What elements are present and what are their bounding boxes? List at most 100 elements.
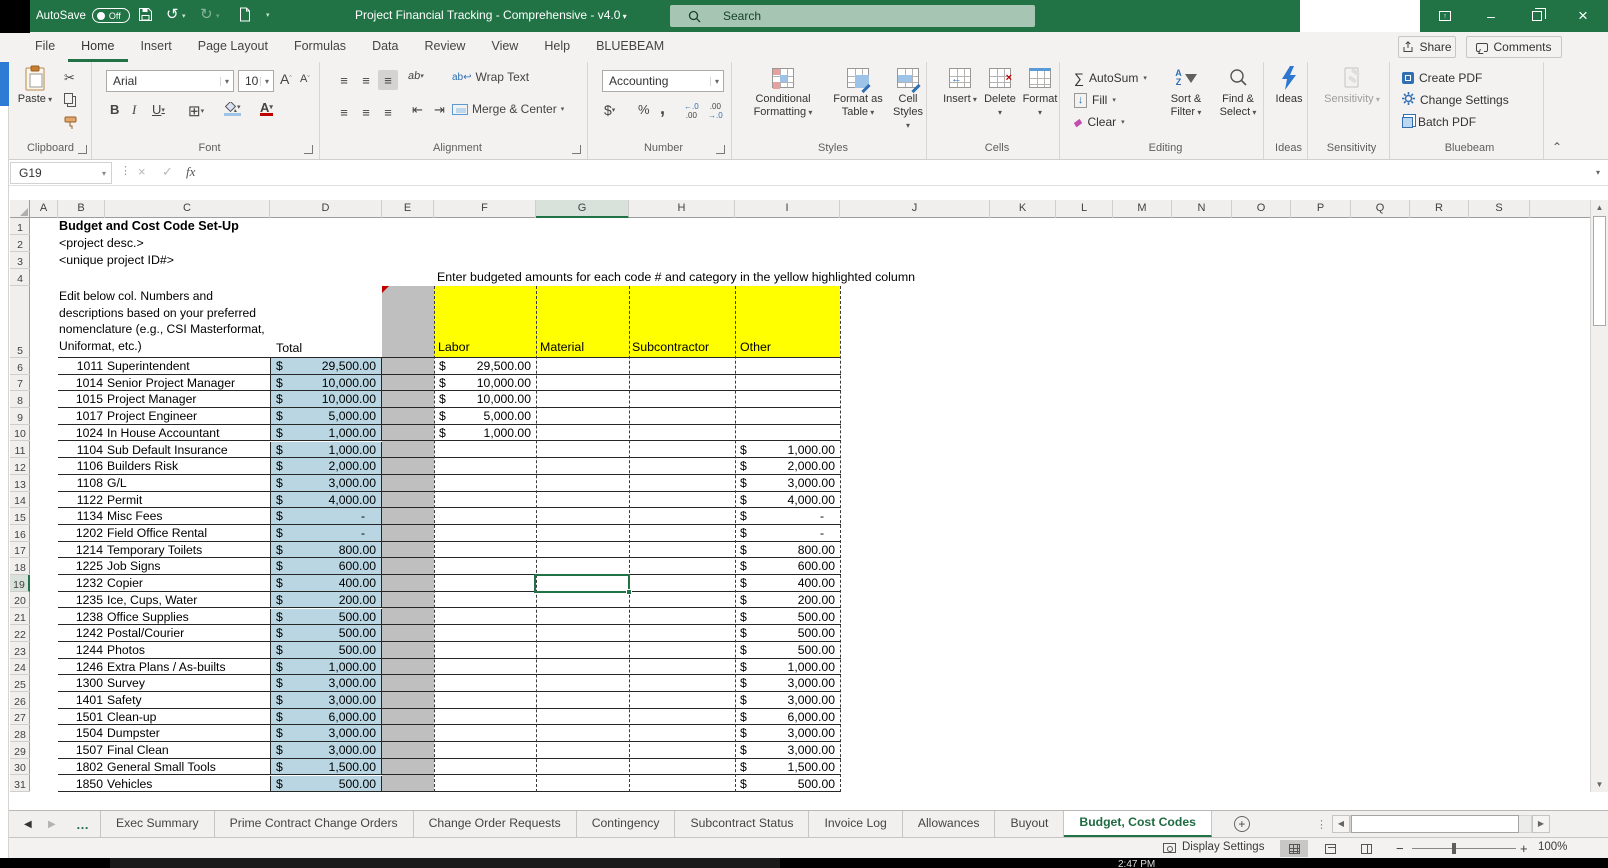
horizontal-scroll-thumb[interactable] (1351, 815, 1519, 833)
clear-button[interactable]: ◆ Clear (1072, 112, 1125, 132)
row-header-4[interactable]: 4 (10, 269, 30, 286)
column-header-S[interactable]: S (1469, 200, 1530, 218)
zoom-level[interactable]: 100% (1538, 841, 1567, 853)
cell-cost-code[interactable]: 1024 (58, 425, 103, 441)
sheet-tab-allowances[interactable]: Allowances (903, 811, 996, 837)
tab-review[interactable]: Review (411, 32, 478, 62)
sheet-tab-buyout[interactable]: Buyout (995, 811, 1065, 837)
cell-cost-code[interactable]: 1401 (58, 692, 103, 708)
column-header-Q[interactable]: Q (1351, 200, 1410, 218)
row-header-5[interactable]: 5 (10, 286, 30, 358)
create-pdf-button[interactable]: Create PDF (1402, 68, 1482, 88)
cell-other[interactable]: $3,000.00 (735, 742, 840, 758)
tab-help[interactable]: Help (531, 32, 583, 62)
minimize-button[interactable]: – (1468, 0, 1514, 32)
cell-other[interactable]: $400.00 (735, 575, 840, 591)
page-layout-view-button[interactable] (1316, 840, 1344, 857)
cell-total[interactable]: $1,000.00 (270, 424, 382, 441)
column-header-M[interactable]: M (1113, 200, 1172, 218)
row-header-10[interactable]: 10 (10, 425, 30, 442)
cell-cost-code[interactable]: 1802 (58, 759, 103, 775)
cell-cost-code[interactable]: 1504 (58, 725, 103, 741)
column-header-F[interactable]: F (434, 200, 536, 218)
column-header-P[interactable]: P (1291, 200, 1351, 218)
cell-total[interactable]: $3,000.00 (270, 692, 382, 708)
cell-description[interactable]: In House Accountant (107, 425, 219, 441)
restore-button[interactable] (1514, 0, 1560, 32)
format-painter-icon[interactable] (64, 116, 78, 133)
tab-insert[interactable]: Insert (128, 32, 185, 62)
underline-button[interactable]: U (152, 102, 165, 117)
cell-other[interactable]: $1,000.00 (735, 659, 840, 675)
cell-description[interactable]: Project Engineer (107, 408, 197, 424)
cell-labor[interactable]: $29,500.00 (434, 358, 536, 374)
cell-cost-code[interactable]: 1501 (58, 709, 103, 725)
header-total[interactable]: Total (276, 340, 302, 357)
cell-total[interactable]: $10,000.00 (270, 391, 382, 408)
cell-edit-note[interactable]: Edit below col. Numbers and descriptions… (59, 288, 279, 354)
cell-description[interactable]: General Small Tools (107, 759, 216, 775)
cell-description[interactable]: Field Office Rental (107, 525, 207, 541)
italic-button[interactable]: I (132, 102, 136, 118)
clipboard-dialog-launcher[interactable] (78, 145, 87, 154)
alignment-dialog-launcher[interactable] (572, 145, 581, 154)
tab-file[interactable]: File (22, 32, 68, 62)
header-other[interactable]: Other (740, 340, 771, 354)
sheet-tab-prime-contract-change-orders[interactable]: Prime Contract Change Orders (215, 811, 414, 837)
cell-cost-code[interactable]: 1015 (58, 391, 103, 407)
scroll-up-icon[interactable]: ▲ (1591, 203, 1608, 212)
column-header-I[interactable]: I (735, 200, 840, 218)
row-header-18[interactable]: 18 (10, 558, 30, 576)
row-header-3[interactable]: 3 (10, 252, 30, 269)
cell-total[interactable]: $500.00 (270, 625, 382, 641)
cell-cost-code[interactable]: 1214 (58, 542, 103, 558)
align-left-button[interactable]: ≡ (334, 102, 354, 122)
wrap-text-button[interactable]: ab↩ Wrap Text (452, 70, 529, 84)
center-button[interactable]: ≡ (356, 102, 376, 122)
cell-cost-code[interactable]: 1242 (58, 625, 103, 641)
search-input[interactable]: Search (670, 5, 1035, 27)
cell-description[interactable]: Senior Project Manager (107, 375, 235, 391)
cell-description[interactable]: Job Signs (107, 558, 161, 574)
decrease-decimal-button[interactable]: .00 →.0 (708, 102, 723, 120)
borders-button[interactable]: ⊞ (188, 102, 204, 120)
header-subcontractor[interactable]: Subcontractor (632, 340, 709, 354)
format-cells-button[interactable]: Format (1021, 64, 1059, 119)
fill-color-button[interactable] (224, 102, 241, 116)
cell-other[interactable]: $3,000.00 (735, 675, 840, 691)
cell-cost-code[interactable]: 1011 (58, 358, 103, 374)
font-name-select[interactable]: Arial (106, 70, 234, 92)
row-header-20[interactable]: 20 (10, 592, 30, 609)
cell-labor[interactable]: $10,000.00 (434, 375, 536, 391)
hscroll-left-icon[interactable]: ◀ (1332, 815, 1350, 833)
row-header-8[interactable]: 8 (10, 391, 30, 409)
cell-other[interactable]: $4,000.00 (735, 492, 840, 508)
column-header-K[interactable]: K (990, 200, 1056, 218)
cell-cost-code[interactable]: 1507 (58, 742, 103, 758)
format-as-table-button[interactable]: Format as Table (828, 64, 888, 119)
cell-description[interactable]: Survey (107, 675, 145, 691)
cell-cost-code[interactable]: 1235 (58, 592, 103, 608)
row-header-19[interactable]: 19 (10, 575, 30, 592)
tab-page-layout[interactable]: Page Layout (185, 32, 281, 62)
cell-total[interactable]: $1,000.00 (270, 658, 382, 675)
cell-description[interactable]: Temporary Toilets (107, 542, 202, 558)
cell-cost-code[interactable]: 1300 (58, 675, 103, 691)
insert-function-icon[interactable]: fx (186, 164, 195, 180)
autosave-toggle[interactable]: AutoSave Off (36, 8, 130, 23)
namebox-resize-handle[interactable]: ⋮ (120, 164, 131, 177)
sheet-tab-contingency[interactable]: Contingency (577, 811, 676, 837)
cell-cost-code[interactable]: 1017 (58, 408, 103, 424)
cell-description[interactable]: Sub Default Insurance (107, 442, 228, 458)
page-break-view-button[interactable] (1352, 840, 1380, 857)
cell-title[interactable]: Budget and Cost Code Set-Up (59, 218, 239, 235)
sheet-tab-subcontract-status[interactable]: Subcontract Status (675, 811, 810, 837)
cell-labor[interactable]: $5,000.00 (434, 408, 536, 424)
font-color-button[interactable]: A (260, 101, 273, 116)
fill-handle[interactable] (626, 589, 632, 596)
row-header-6[interactable]: 6 (10, 358, 30, 375)
cell-other[interactable]: $3,000.00 (735, 692, 840, 708)
cell-total[interactable]: $5,000.00 (270, 408, 382, 424)
row-header-12[interactable]: 12 (10, 458, 30, 475)
column-header-L[interactable]: L (1056, 200, 1113, 218)
